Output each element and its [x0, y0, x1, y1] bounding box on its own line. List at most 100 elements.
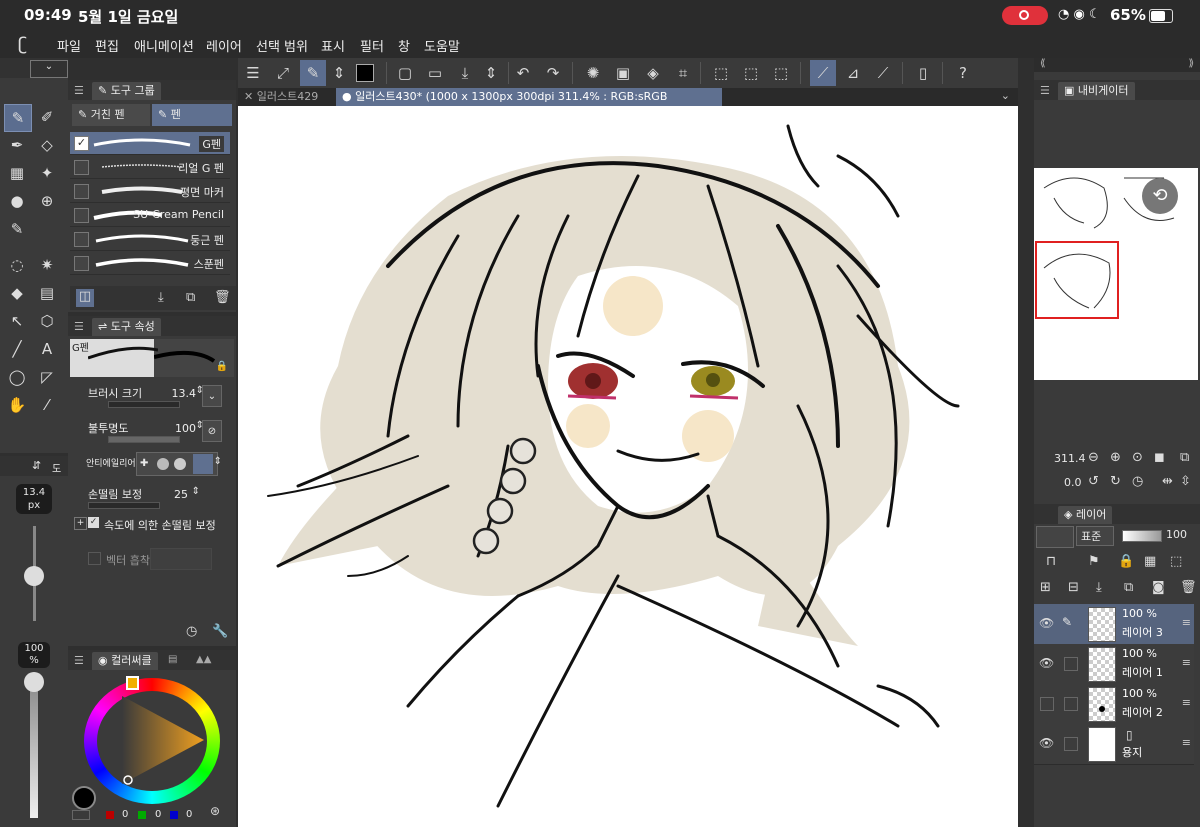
collapse-right-icon[interactable]: ⟫	[1188, 58, 1194, 69]
subtab-pen[interactable]: ✎ 펜	[152, 104, 232, 126]
stepper-icon[interactable]: ⇕	[192, 486, 200, 497]
brush-checkbox[interactable]	[74, 184, 89, 199]
magic-wand-icon[interactable]: ✷	[34, 252, 60, 278]
brush-item-spoon-pen[interactable]: 스푼펜	[70, 252, 230, 275]
move-tool-icon[interactable]: ↖	[4, 308, 30, 334]
menu-view[interactable]: 표시	[321, 36, 345, 55]
zoom-value[interactable]: 311.4	[1054, 452, 1086, 465]
gradient-tool-icon[interactable]: ▤	[34, 280, 60, 306]
menu-edit[interactable]: 편집	[95, 36, 119, 55]
antialias-none-icon[interactable]: ✚	[140, 458, 148, 469]
duplicate-icon[interactable]: ⧉	[186, 290, 195, 305]
ruler-icon[interactable]: ⟋	[870, 60, 896, 86]
screen-fit-icon[interactable]: ⧉	[1180, 450, 1189, 465]
color-slider-tab-icon[interactable]: ▤	[168, 654, 177, 665]
eye-icon[interactable]: 👁	[1039, 656, 1054, 670]
pen-tool-icon[interactable]: ✎	[4, 104, 32, 132]
navigator-preview[interactable]: ⟲	[1034, 168, 1198, 380]
color-wheel-title[interactable]: ◉ 컬러써클	[92, 652, 158, 670]
chevron-down-icon[interactable]: ⌄	[1001, 89, 1010, 102]
grip-icon[interactable]: ☰	[74, 654, 84, 667]
pencil-tool-icon[interactable]: ✐	[34, 104, 60, 130]
navigator-title[interactable]: ▣ 내비게이터	[1058, 82, 1135, 100]
layer-checkbox[interactable]	[1064, 737, 1078, 751]
menu-window[interactable]: 창	[398, 36, 410, 55]
figure-tool-icon[interactable]: ⊕	[34, 188, 60, 214]
stepper-icon[interactable]: ⇕	[214, 456, 222, 467]
layer-name[interactable]: 레이어 1	[1122, 664, 1163, 680]
blend-mode-select[interactable]: 표준	[1076, 526, 1114, 546]
layer-row-2[interactable]: 100 % 레이어 2 ≡	[1034, 684, 1194, 725]
layer-menu-icon[interactable]: ≡	[1182, 736, 1191, 749]
rotation-value[interactable]: 0.0	[1064, 476, 1082, 489]
opacity-slider-track[interactable]	[30, 678, 38, 818]
layer-menu-icon[interactable]: ≡	[1182, 696, 1191, 709]
transfer-down-icon[interactable]: ⤓	[1096, 580, 1102, 595]
brush-checkbox[interactable]	[74, 208, 89, 223]
vector-snap-checkbox[interactable]	[88, 552, 101, 565]
transparent-swatch[interactable]	[72, 810, 90, 820]
blend-tool-icon[interactable]: ●	[4, 188, 30, 214]
fill-tool-icon[interactable]: ◆	[4, 280, 30, 306]
menu-file[interactable]: 파일	[57, 36, 81, 55]
redo-icon[interactable]: ↷	[540, 60, 566, 86]
import-icon[interactable]: ⤓	[158, 290, 164, 305]
canvas-area[interactable]	[238, 106, 1018, 827]
settings-icon[interactable]: 🔧	[212, 624, 228, 639]
flip-horizontal-icon[interactable]: ⇹	[1162, 474, 1173, 489]
help-icon[interactable]: ?	[950, 60, 976, 86]
trash-icon[interactable]: 🗑	[214, 290, 231, 305]
undo-icon[interactable]: ↶	[510, 60, 536, 86]
color-swatch-icon[interactable]	[352, 60, 378, 86]
antialias-medium-icon[interactable]	[174, 458, 186, 470]
layer-name[interactable]: 레이어 2	[1122, 704, 1163, 720]
hamburger-menu-icon[interactable]: ☰	[240, 60, 266, 86]
chevron-down-icon[interactable]: ⌄	[30, 60, 68, 78]
eraser-tool-icon[interactable]: ◇	[34, 132, 60, 158]
expand-icon[interactable]: +	[74, 517, 87, 530]
zoom-out-icon[interactable]: ⊖	[1088, 450, 1099, 465]
opacity-value[interactable]: 100	[175, 422, 196, 435]
menu-help[interactable]: 도움말	[424, 36, 460, 55]
grip-icon[interactable]: ☰	[74, 320, 84, 333]
lasso-tool-icon[interactable]: ◌	[4, 252, 30, 278]
layer-opacity-value[interactable]: 100	[1166, 528, 1187, 541]
chevron-updown-icon[interactable]: ⇕	[326, 60, 352, 86]
clear-selection-icon[interactable]: ▣	[610, 60, 636, 86]
hand-tool-icon[interactable]: ✋	[4, 392, 30, 418]
layer-checkbox[interactable]	[1064, 657, 1078, 671]
open-folder-icon[interactable]: ▭	[422, 60, 448, 86]
color-history-icon[interactable]: ⊛	[210, 804, 220, 818]
opacity-setting-icon[interactable]: ⊘	[202, 420, 222, 442]
layer-menu-icon[interactable]: ≡	[1182, 616, 1191, 629]
stabilization-slider[interactable]	[88, 502, 160, 509]
record-indicator[interactable]	[1002, 6, 1048, 25]
edit-mode-icon[interactable]: ✎	[300, 60, 326, 86]
tab-document-430[interactable]: ● 일러스트430* (1000 x 1300px 300dpi 311.4% …	[336, 88, 722, 121]
line-tool-icon[interactable]: ╱	[4, 336, 30, 362]
brush-checkbox[interactable]	[74, 160, 89, 175]
brush-size-value[interactable]: 13.4	[172, 387, 197, 400]
text-tool-icon[interactable]: A	[34, 336, 60, 362]
layer-mask-selector[interactable]	[1036, 526, 1074, 548]
brush-snap-icon[interactable]: ⊿	[840, 60, 866, 86]
reset-rotation-icon[interactable]: ◷	[1132, 474, 1143, 489]
tool-property-title[interactable]: ⇌ 도구 속성	[92, 318, 161, 336]
brush-tool-icon[interactable]: ✒	[4, 132, 30, 158]
layer-menu-icon[interactable]: ≡	[1182, 656, 1191, 669]
tool-group-title[interactable]: ✎ 도구 그룹	[92, 82, 161, 100]
ruler-tool-icon[interactable]: ◸	[34, 364, 60, 390]
trash-icon[interactable]: 🗑	[1180, 580, 1197, 595]
merge-icon[interactable]: ⧉	[1124, 580, 1133, 595]
brush-checkbox[interactable]	[74, 232, 89, 247]
grip-icon[interactable]: ☰	[1040, 84, 1050, 97]
brush-item-su-cream-pencil[interactable]: SU-Cream Pencil	[70, 204, 230, 227]
correct-line-icon[interactable]: ✎	[4, 216, 30, 242]
pressure-icon[interactable]: ⌄	[202, 385, 222, 407]
hide-selection-icon[interactable]: ⬚	[708, 60, 734, 86]
subtab-rough-pen[interactable]: ✎ 거친 펜	[72, 104, 150, 126]
app-logo-icon[interactable]: ʗ	[18, 34, 27, 55]
saturation-triangle[interactable]	[112, 692, 208, 788]
opacity-slider-thumb[interactable]	[24, 672, 44, 692]
mask-icon[interactable]: ⬚	[1170, 554, 1182, 569]
